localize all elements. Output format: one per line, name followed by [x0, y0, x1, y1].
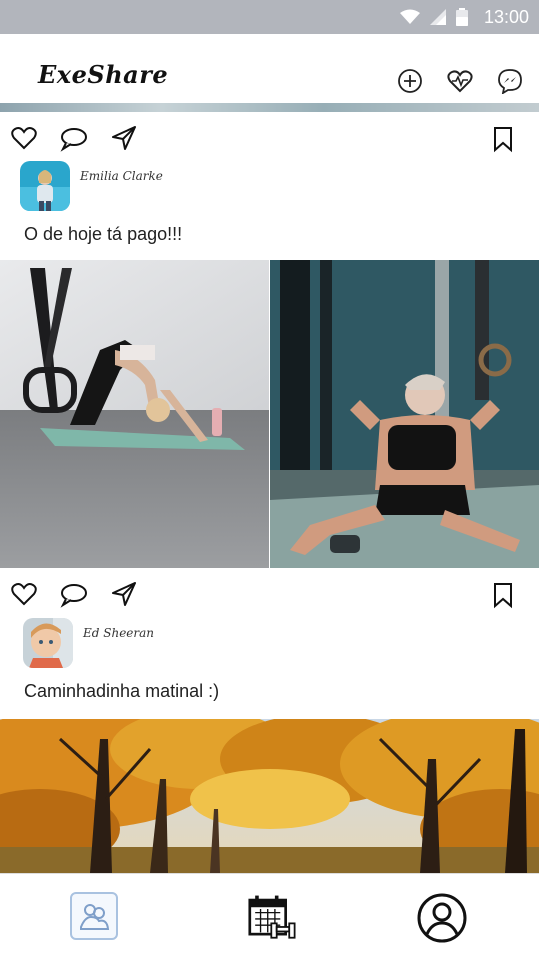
app-title: ExeShare	[38, 60, 169, 89]
signal-icon	[429, 9, 446, 25]
yoga-downward-dog-photo[interactable]	[0, 260, 269, 568]
wifi-icon	[399, 9, 420, 24]
post-actions	[0, 116, 539, 160]
heart-pulse-icon[interactable]	[447, 68, 473, 94]
avatar[interactable]	[23, 618, 73, 668]
bookmark-icon[interactable]	[489, 125, 517, 153]
messenger-icon[interactable]	[497, 68, 523, 94]
post-author[interactable]: Emilia Clarke	[20, 161, 163, 211]
previous-post-image-edge	[0, 103, 539, 112]
post-actions	[0, 572, 539, 616]
status-bar: 13:00	[0, 0, 539, 34]
post-caption: Caminhadinha matinal :)	[24, 681, 220, 701]
nav-profile[interactable]	[416, 892, 468, 944]
share-send-icon[interactable]	[110, 580, 138, 608]
like-heart-icon[interactable]	[10, 580, 38, 608]
calendar-workout-icon[interactable]	[248, 892, 300, 944]
comment-icon[interactable]	[60, 124, 88, 152]
comment-icon[interactable]	[60, 580, 88, 608]
share-send-icon[interactable]	[110, 124, 138, 152]
add-circle-icon[interactable]	[397, 68, 423, 94]
bottom-navigation	[0, 873, 539, 962]
post-caption: O de hoje tá pago!!!	[24, 224, 183, 244]
app-header: ExeShare	[0, 34, 539, 104]
status-time: 13:00	[483, 6, 529, 27]
author-name[interactable]: Ed Sheeran	[83, 626, 154, 640]
author-name[interactable]: Emilia Clarke	[80, 169, 163, 183]
avatar[interactable]	[20, 161, 70, 211]
community-icon[interactable]	[77, 899, 111, 933]
nav-calendar[interactable]	[248, 892, 300, 944]
battery-icon	[455, 8, 468, 26]
crossfit-situp-photo[interactable]	[270, 260, 539, 568]
post-author[interactable]: Ed Sheeran	[23, 618, 154, 668]
bookmark-icon[interactable]	[489, 581, 517, 609]
profile-icon[interactable]	[416, 892, 468, 944]
like-heart-icon[interactable]	[10, 124, 38, 152]
nav-community[interactable]	[70, 892, 118, 940]
autumn-forest-photo[interactable]	[0, 719, 539, 873]
